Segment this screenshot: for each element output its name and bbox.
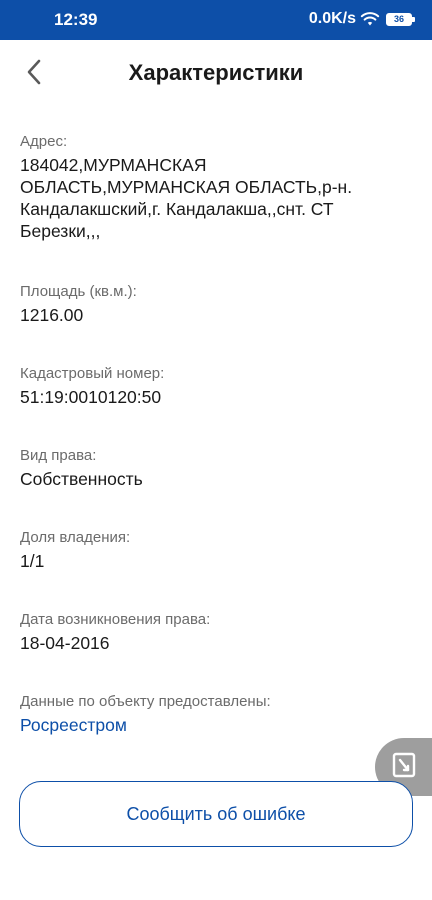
field-cadastral-number: Кадастровый номер: 51:19:0010120:50 (20, 364, 412, 408)
field-label: Данные по объекту предоставлены: (20, 693, 271, 710)
field-label: Доля владения: (20, 529, 131, 546)
field-label: Площадь (кв.м.): (20, 283, 137, 300)
field-right-date: Дата возникновения права: 18-04-2016 (20, 610, 412, 654)
field-label: Адрес: (20, 133, 68, 150)
field-area: Площадь (кв.м.): 1216.00 (20, 282, 412, 326)
data-source-link[interactable]: Росреестром (20, 714, 412, 736)
battery-level: 36 (388, 14, 410, 24)
field-address: Адрес: 184042,МУРМАНСКАЯ ОБЛАСТЬ,МУРМАНС… (20, 132, 412, 242)
field-label: Вид права: (20, 447, 97, 464)
status-bar: 12:39 0.0K/s 36 (0, 0, 432, 40)
characteristics-list: Адрес: 184042,МУРМАНСКАЯ ОБЛАСТЬ,МУРМАНС… (20, 132, 412, 736)
page-title: Характеристики (128, 60, 304, 85)
app-header: Характеристики (0, 40, 432, 110)
field-label: Дата возникновения права: (20, 611, 211, 628)
wifi-icon (360, 11, 380, 27)
field-value: 1/1 (20, 551, 45, 571)
field-value: Собственность (20, 469, 143, 489)
field-right-type: Вид права: Собственность (20, 446, 412, 490)
report-error-button[interactable]: Сообщить об ошибке (19, 781, 413, 847)
status-right-group: 0.0K/s 36 (308, 10, 415, 28)
battery-icon: 36 (386, 12, 415, 26)
field-ownership-share: Доля владения: 1/1 (20, 528, 412, 572)
field-data-source: Данные по объекту предоставлены: Росреес… (20, 692, 412, 736)
network-speed: 0.0K/s (308, 10, 356, 27)
status-time: 12:39 (54, 10, 98, 29)
field-label: Кадастровый номер: (20, 365, 165, 382)
document-icon (391, 751, 417, 784)
field-value: 51:19:0010120:50 (20, 387, 162, 407)
field-value: 1216.00 (20, 305, 84, 325)
field-value: 18-04-2016 (20, 633, 110, 653)
field-value: 184042,МУРМАНСКАЯ ОБЛАСТЬ,МУРМАНСКАЯ ОБЛ… (20, 155, 353, 241)
